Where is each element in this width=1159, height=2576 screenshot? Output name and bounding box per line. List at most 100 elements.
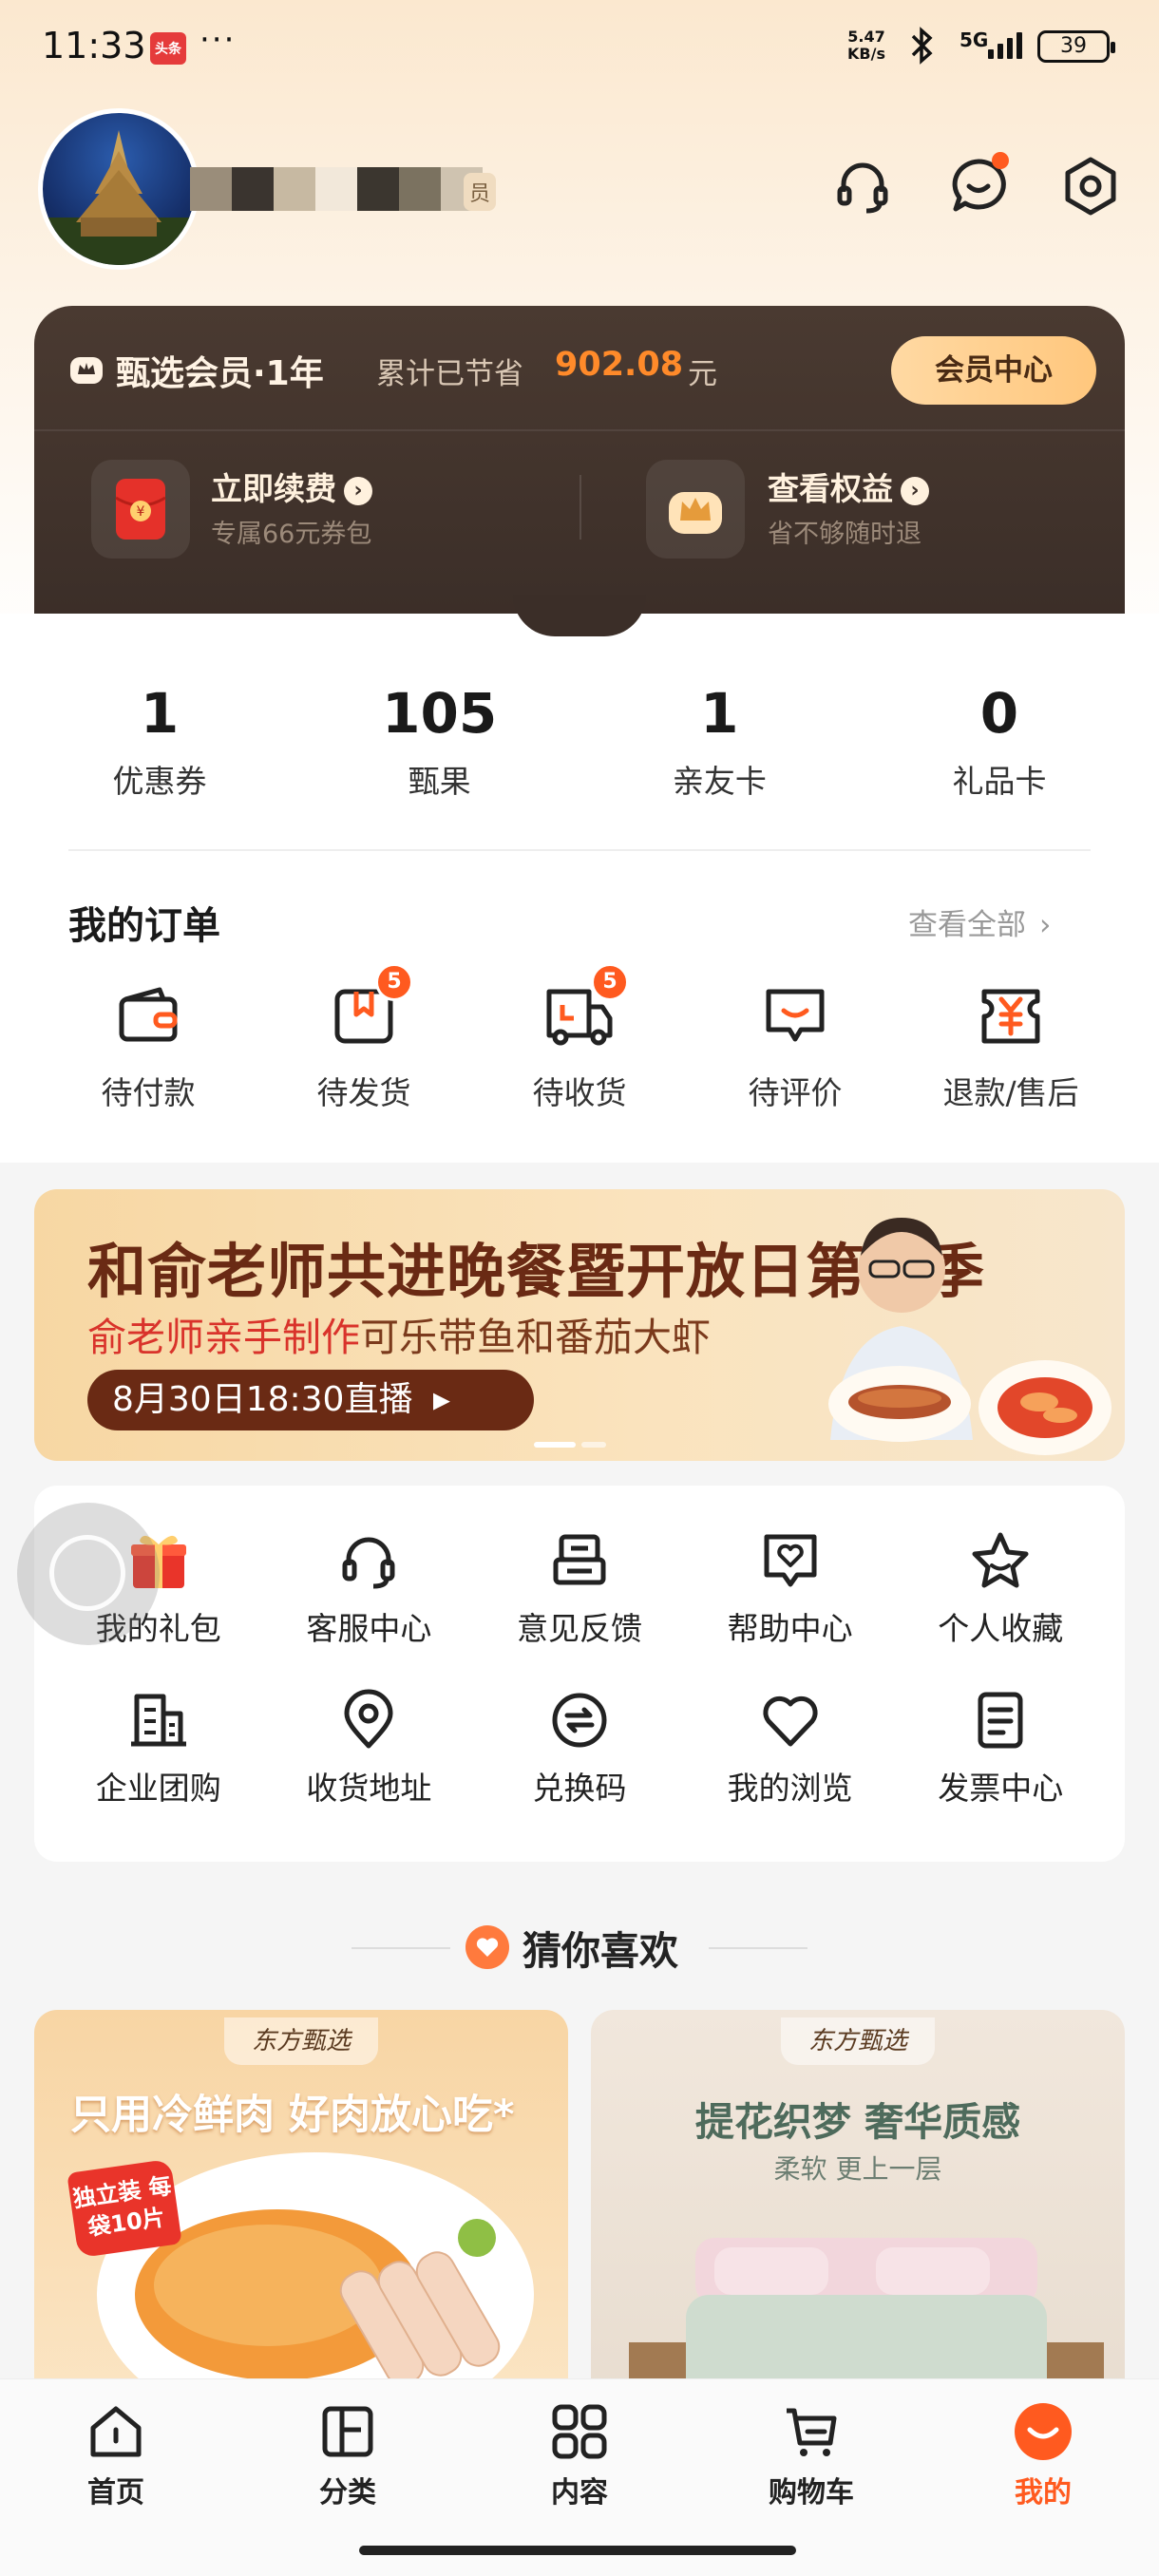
refund-icon: [973, 978, 1049, 1054]
order-pending-payment[interactable]: 待付款: [53, 978, 243, 1113]
service-customer-center[interactable]: 客服中心: [264, 1527, 475, 1649]
home-indicator[interactable]: [359, 2546, 796, 2555]
play-icon: ▸: [432, 1380, 450, 1419]
net-speed: 5.47 KB/s: [847, 28, 885, 63]
unread-dot: [992, 152, 1009, 169]
service-favorites[interactable]: 个人收藏: [895, 1527, 1106, 1649]
net-speed-unit: KB/s: [847, 45, 885, 63]
membership-card[interactable]: 甄选会员·1年 累计已节省 902.08 元 会员中心 ¥ 立即续费 › 专属66…: [34, 306, 1125, 619]
stat-label: 甄果: [408, 763, 471, 800]
stat-points[interactable]: 105 甄果: [345, 680, 535, 802]
nav-content[interactable]: 内容: [464, 2400, 695, 2510]
product-subtitle: 柔软 更上一层: [773, 2153, 942, 2185]
asset-stats: 1 优惠券 105 甄果 1 亲友卡 0 礼品卡: [65, 680, 1094, 802]
package-icon: 5: [326, 963, 413, 1054]
nav-category[interactable]: 分类: [232, 2400, 464, 2510]
heart-badge-icon: [466, 1925, 509, 1969]
benefits-subtitle: 省不够随时退: [768, 520, 922, 549]
order-pending-review[interactable]: 待评价: [700, 978, 890, 1113]
settings-icon[interactable]: [1056, 152, 1125, 220]
nav-home[interactable]: 首页: [0, 2400, 232, 2510]
view-all-orders-link[interactable]: 查看全部 ›: [908, 900, 1051, 943]
live-time: 8月30日18:30直播: [112, 1380, 413, 1419]
benefits-link[interactable]: 查看权益 ›: [768, 464, 929, 509]
badge-count: 5: [591, 963, 629, 1001]
network-type: 5G: [960, 28, 989, 51]
card-notch: [513, 595, 646, 636]
recommend-title-text: 猜你喜欢: [522, 1928, 678, 1974]
service-feedback[interactable]: 意见反馈: [474, 1527, 685, 1649]
product-title: 提花织梦 奢华质感: [694, 2099, 1021, 2145]
avatar[interactable]: [38, 108, 200, 270]
red-envelope-icon: ¥: [91, 460, 190, 559]
product-title: 只用冷鲜肉 好肉放心吃*: [70, 2092, 515, 2139]
service-label: 企业团购: [95, 1770, 221, 1807]
headset-icon[interactable]: [828, 152, 897, 220]
order-label: 待发货: [316, 1074, 411, 1111]
floating-assistive-button[interactable]: [17, 1503, 160, 1645]
crown-icon: [68, 351, 104, 391]
nav-label: 我的: [1015, 2476, 1072, 2510]
nav-label: 购物车: [769, 2476, 854, 2510]
message-icon[interactable]: [944, 152, 1013, 220]
order-pending-shipment[interactable]: 5 待发货: [269, 963, 459, 1113]
order-refund[interactable]: 退款/售后: [916, 978, 1106, 1113]
service-group-buy[interactable]: 企业团购: [53, 1687, 264, 1809]
cart-icon: [780, 2400, 843, 2463]
username-blurred: [190, 167, 483, 211]
chevron-right-icon: ›: [1039, 908, 1052, 942]
service-invoice[interactable]: 发票中心: [895, 1687, 1106, 1809]
recommend-title: 猜你喜欢: [466, 1919, 678, 1976]
more-notifications-icon: ···: [200, 21, 237, 59]
service-help-center[interactable]: 帮助中心: [685, 1527, 896, 1649]
dish-fish-image: [828, 1366, 971, 1442]
service-history[interactable]: 我的浏览: [685, 1687, 896, 1809]
category-icon: [316, 2400, 379, 2463]
renew-link[interactable]: 立即续费 ›: [211, 464, 372, 509]
service-label: 个人收藏: [938, 1610, 1064, 1647]
nav-profile[interactable]: 我的: [927, 2400, 1159, 2510]
order-label: 退款/售后: [942, 1074, 1079, 1111]
product-image: [629, 2200, 1104, 2409]
perk-divider: [580, 475, 581, 540]
stat-coupons[interactable]: 1 优惠券: [65, 680, 255, 802]
divider: [352, 1947, 450, 1949]
brand-logo: 东方甄选: [781, 2017, 935, 2065]
order-pending-receipt[interactable]: 5 待收货: [484, 963, 674, 1113]
service-address[interactable]: 收货地址: [264, 1687, 475, 1809]
promo-banner[interactable]: 和俞老师共进晚餐暨开放日第三季 俞老师亲手制作可乐带鱼和番茄大虾 8月30日18…: [34, 1189, 1125, 1461]
live-time-button[interactable]: 8月30日18:30直播 ▸: [87, 1370, 534, 1430]
product-card[interactable]: 东方甄选 只用冷鲜肉 好肉放心吃* 独立装 每袋10片: [34, 2010, 568, 2409]
net-speed-value: 5.47: [847, 28, 885, 46]
renew-subtitle: 专属66元券包: [211, 520, 372, 549]
services-panel: 我的礼包 客服中心 意见反馈 帮助中心 个人收藏 企业团购 收货地址 兑换码 我…: [34, 1486, 1125, 1862]
stat-gift-card[interactable]: 0 礼品卡: [904, 680, 1094, 802]
order-label: 待付款: [101, 1074, 196, 1111]
service-label: 帮助中心: [727, 1610, 853, 1647]
headset-icon: [335, 1527, 402, 1594]
invoice-icon: [967, 1687, 1034, 1753]
renew-title: 立即续费: [211, 470, 336, 507]
member-center-button[interactable]: 会员中心: [891, 336, 1096, 405]
order-label: 待评价: [748, 1074, 843, 1111]
chevron-right-icon: ›: [901, 476, 929, 505]
service-redeem-code[interactable]: 兑换码: [474, 1687, 685, 1809]
membership-title: 甄选会员·1年: [116, 354, 324, 393]
bluetooth-icon: [907, 27, 936, 73]
banner-subtitle-highlight: 俞老师亲手制作: [87, 1315, 360, 1360]
benefits-title: 查看权益: [768, 470, 893, 507]
nav-cart[interactable]: 购物车: [695, 2400, 927, 2510]
feedback-icon: [546, 1527, 613, 1594]
product-card[interactable]: 东方甄选 提花织梦 奢华质感 柔软 更上一层: [591, 2010, 1125, 2409]
service-label: 我的浏览: [727, 1770, 853, 1807]
exchange-icon: [546, 1687, 613, 1753]
product-tag: 独立装 每袋10片: [66, 2158, 182, 2259]
status-time: 11:33: [42, 25, 146, 66]
member-label: 员: [464, 173, 497, 211]
nav-label: 内容: [551, 2476, 608, 2510]
stat-family-card[interactable]: 1 亲友卡: [624, 680, 814, 802]
toutiao-app-icon: 头条: [150, 32, 186, 65]
stat-label: 礼品卡: [952, 763, 1047, 800]
brand-logo: 东方甄选: [224, 2017, 378, 2065]
location-icon: [335, 1687, 402, 1753]
